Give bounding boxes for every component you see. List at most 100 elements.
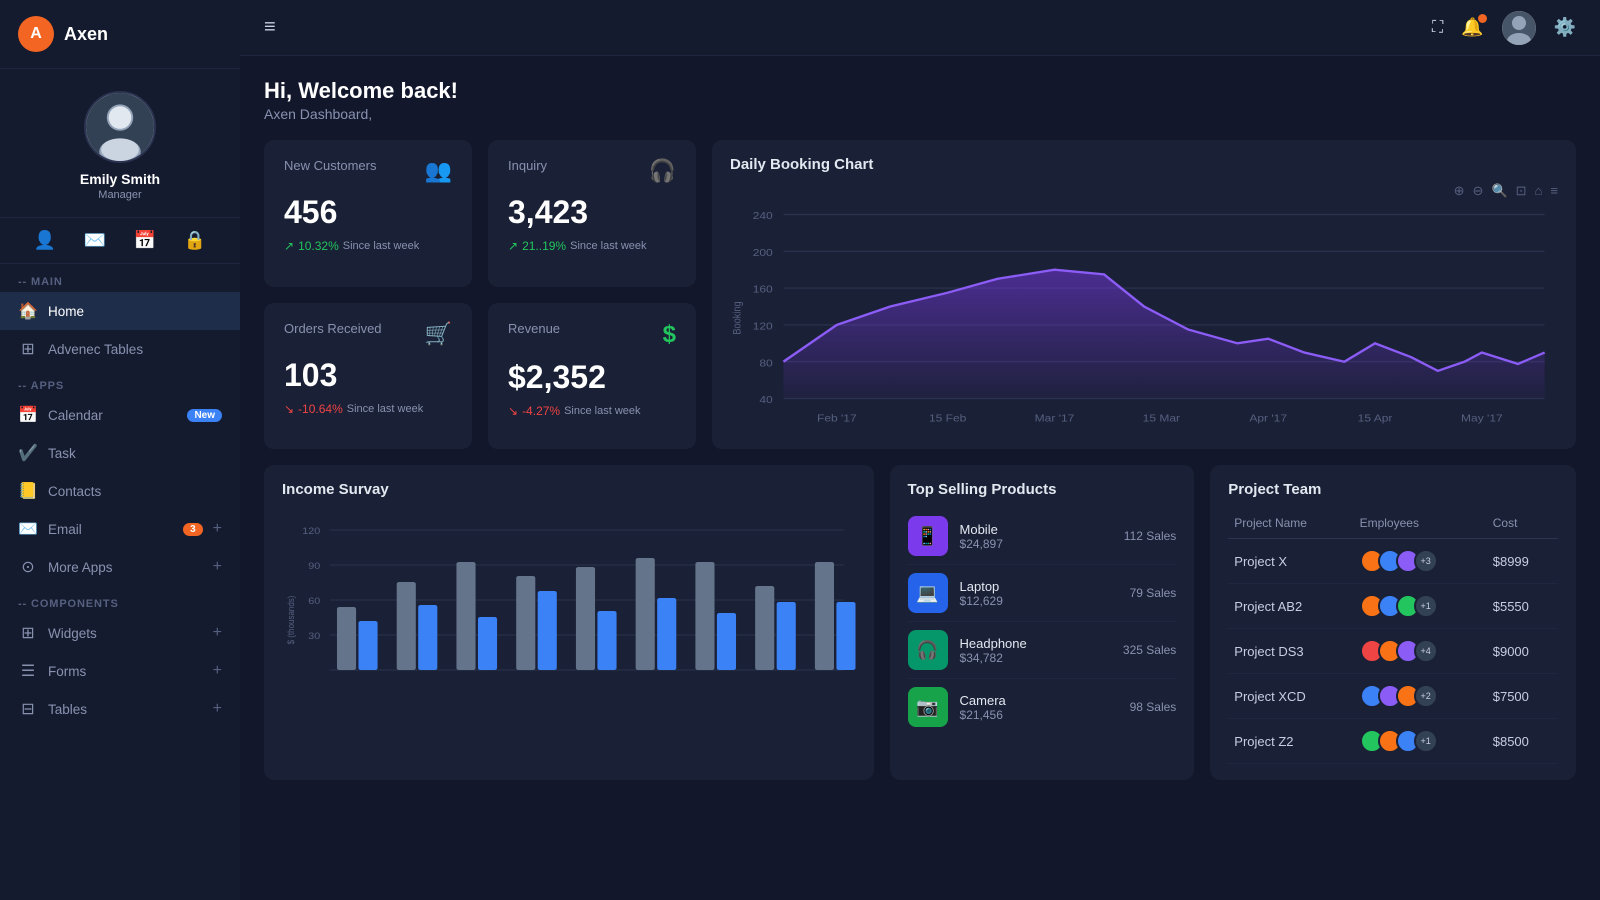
sidebar: A Axen Emily Smith Manager 👤 ✉️ 📅 🔒 -- M… bbox=[0, 0, 240, 900]
widgets-plus-icon[interactable]: + bbox=[213, 624, 222, 642]
section-main-label: -- MAIN bbox=[0, 264, 240, 292]
sidebar-item-widgets[interactable]: ⊞ Widgets + bbox=[0, 614, 240, 652]
sidebar-item-label: Calendar bbox=[48, 408, 177, 423]
col-employees: Employees bbox=[1354, 508, 1487, 539]
customers-icon: 👥 bbox=[425, 158, 452, 184]
stat-title: New Customers bbox=[284, 158, 376, 173]
sidebar-item-label: Tables bbox=[48, 702, 203, 717]
stat-value: 103 bbox=[284, 357, 452, 394]
sidebar-item-label: Home bbox=[48, 304, 222, 319]
bar-gray bbox=[636, 558, 655, 670]
sidebar-item-calendar[interactable]: 📅 Calendar New bbox=[0, 396, 240, 434]
down-arrow-icon: ↘ bbox=[508, 404, 518, 418]
sidebar-item-advenec-tables[interactable]: ⊞ Advenec Tables bbox=[0, 330, 240, 368]
sidebar-item-email[interactable]: ✉️ Email 3 + bbox=[0, 510, 240, 548]
product-name: Camera bbox=[960, 693, 1118, 708]
sidebar-item-label: Task bbox=[48, 446, 222, 461]
bar-blue bbox=[358, 621, 377, 670]
profile-name: Emily Smith bbox=[80, 171, 160, 187]
stat-change: ↗ 10.32% Since last week bbox=[284, 239, 452, 253]
bar-gray bbox=[755, 586, 774, 670]
sidebar-item-label: Widgets bbox=[48, 626, 203, 641]
mail-icon[interactable]: ✉️ bbox=[84, 230, 106, 251]
product-info: Mobile $24,897 bbox=[960, 522, 1112, 551]
settings-icon[interactable]: ⚙️ bbox=[1554, 17, 1576, 38]
project-name-cell: Project DS3 bbox=[1228, 629, 1353, 674]
product-info: Headphone $34,782 bbox=[960, 636, 1111, 665]
forms-plus-icon[interactable]: + bbox=[213, 662, 222, 680]
product-icon-camera: 📷 bbox=[908, 687, 948, 727]
bar-blue bbox=[597, 611, 616, 670]
chart-area-fill bbox=[783, 270, 1544, 399]
line-chart-area: 240 200 160 120 80 40 Feb '17 15 Feb Mar… bbox=[730, 203, 1558, 433]
product-list: 📱 Mobile $24,897 112 Sales 💻 Laptop $12,… bbox=[908, 508, 1177, 735]
notification-icon[interactable]: 🔔 bbox=[1461, 17, 1483, 38]
project-name-cell: Project AB2 bbox=[1228, 584, 1353, 629]
project-name-cell: Project XCD bbox=[1228, 674, 1353, 719]
bar-chart-area: 120 90 60 30 $ (thousands) bbox=[282, 510, 856, 730]
lock-icon[interactable]: 🔒 bbox=[184, 230, 206, 251]
svg-text:120: 120 bbox=[302, 527, 320, 537]
bar-gray bbox=[397, 582, 416, 670]
chart-toolbar[interactable]: ⊕ ⊖ 🔍 ⊡ ⌂ ≡ bbox=[730, 183, 1558, 199]
sidebar-item-more-apps[interactable]: ⊙ More Apps + bbox=[0, 548, 240, 586]
search-chart-icon[interactable]: 🔍 bbox=[1491, 183, 1507, 199]
since-text: Since last week bbox=[564, 405, 640, 417]
tables-icon: ⊟ bbox=[18, 699, 38, 719]
sidebar-item-forms[interactable]: ☰ Forms + bbox=[0, 652, 240, 690]
bar-blue bbox=[657, 598, 676, 670]
zoom-in-icon[interactable]: ⊕ bbox=[1454, 183, 1465, 199]
menu-button[interactable]: ≡ bbox=[264, 16, 276, 39]
calendar-icon[interactable]: 📅 bbox=[134, 230, 156, 251]
product-sales: 79 Sales bbox=[1130, 586, 1177, 600]
stat-value: $2,352 bbox=[508, 359, 676, 396]
sidebar-item-label: More Apps bbox=[48, 560, 203, 575]
stat-value: 3,423 bbox=[508, 194, 676, 231]
main-area: ≡ ⛶ 🔔 ⚙️ Hi, Welcome back! Axen Dashboar… bbox=[240, 0, 1600, 900]
more-apps-icon: ⊙ bbox=[18, 557, 38, 577]
product-sales: 325 Sales bbox=[1123, 643, 1176, 657]
sidebar-item-task[interactable]: ✔️ Task bbox=[0, 434, 240, 472]
chart-title: Daily Booking Chart bbox=[730, 156, 1558, 173]
topbar-left: ≡ bbox=[264, 16, 276, 39]
cost-cell: $9000 bbox=[1487, 629, 1558, 674]
fullscreen-icon[interactable]: ⛶ bbox=[1432, 19, 1443, 37]
sidebar-item-contacts[interactable]: 📒 Contacts bbox=[0, 472, 240, 510]
menu-chart-icon[interactable]: ≡ bbox=[1550, 183, 1558, 199]
sidebar-item-home[interactable]: 🏠 Home bbox=[0, 292, 240, 330]
zoom-out-icon[interactable]: ⊖ bbox=[1473, 183, 1484, 199]
stat-value: 456 bbox=[284, 194, 452, 231]
top-selling-card: Top Selling Products 📱 Mobile $24,897 11… bbox=[890, 465, 1195, 780]
stat-cards-grid: New Customers 👥 456 ↗ 10.32% Since last … bbox=[264, 140, 696, 449]
stat-change: ↘ -4.27% Since last week bbox=[508, 404, 676, 418]
project-team-card: Project Team Project Name Employees Cost… bbox=[1210, 465, 1576, 780]
product-info: Camera $21,456 bbox=[960, 693, 1118, 722]
svg-text:15 Apr: 15 Apr bbox=[1358, 413, 1393, 424]
stats-row: New Customers 👥 456 ↗ 10.32% Since last … bbox=[264, 140, 1576, 449]
widgets-icon: ⊞ bbox=[18, 623, 38, 643]
forms-icon: ☰ bbox=[18, 661, 38, 681]
topbar-avatar[interactable] bbox=[1502, 11, 1536, 45]
profile-icon[interactable]: 👤 bbox=[34, 230, 56, 251]
notification-dot bbox=[1478, 14, 1487, 23]
sidebar-item-tables[interactable]: ⊟ Tables + bbox=[0, 690, 240, 728]
product-price: $34,782 bbox=[960, 651, 1111, 665]
sidebar-icon-row: 👤 ✉️ 📅 🔒 bbox=[0, 218, 240, 264]
calendar-badge: New bbox=[187, 409, 222, 422]
svg-text:40: 40 bbox=[759, 395, 772, 406]
home-chart-icon[interactable]: ⌂ bbox=[1535, 183, 1543, 199]
bar-blue bbox=[418, 605, 437, 670]
revenue-icon: $ bbox=[663, 321, 676, 349]
welcome-subtitle: Axen Dashboard, bbox=[264, 106, 1576, 122]
email-plus-icon[interactable]: + bbox=[213, 520, 222, 538]
stat-title: Inquiry bbox=[508, 158, 547, 173]
employees-cell: +2 bbox=[1354, 674, 1487, 719]
product-sales: 112 Sales bbox=[1124, 529, 1176, 543]
download-icon[interactable]: ⊡ bbox=[1516, 183, 1527, 199]
more-apps-plus-icon[interactable]: + bbox=[213, 558, 222, 576]
tables-plus-icon[interactable]: + bbox=[213, 700, 222, 718]
svg-text:May '17: May '17 bbox=[1461, 413, 1503, 424]
product-icon-laptop: 💻 bbox=[908, 573, 948, 613]
avatar-more: +1 bbox=[1414, 729, 1438, 753]
product-price: $12,629 bbox=[960, 594, 1118, 608]
